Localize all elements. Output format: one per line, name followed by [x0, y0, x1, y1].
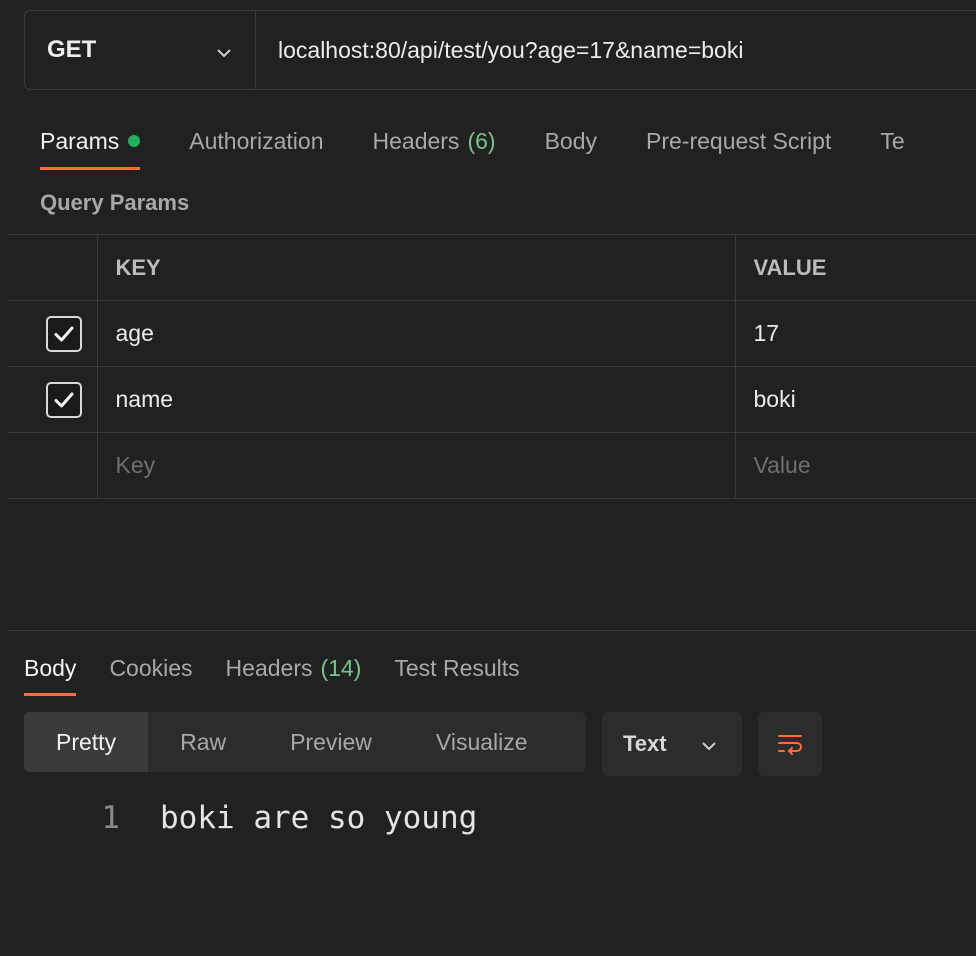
tab-headers[interactable]: Headers (6)	[373, 112, 496, 170]
tab-label: Params	[40, 127, 120, 154]
table-header-row: KEY VALUE	[8, 234, 976, 301]
url-input[interactable]: localhost:80/api/test/you?age=17&name=bo…	[256, 11, 976, 89]
request-tabs: Params Authorization Headers (6) Body Pr…	[40, 112, 954, 172]
view-pretty-button[interactable]: Pretty	[24, 712, 149, 772]
method-label: GET	[47, 36, 97, 63]
view-visualize-button[interactable]: Visualize	[404, 712, 560, 772]
response-tab-body[interactable]: Body	[24, 640, 77, 696]
headers-count: (6)	[467, 127, 496, 154]
param-key-cell[interactable]: age	[96, 300, 736, 367]
key-column-header: KEY	[96, 234, 736, 301]
param-value-cell[interactable]: 17	[734, 300, 976, 367]
params-active-dot	[128, 135, 141, 147]
query-params-table: KEY VALUE age 17 name boki Key Value	[8, 234, 976, 499]
new-value-input[interactable]: Value	[734, 432, 976, 499]
row-checkbox[interactable]	[46, 315, 83, 352]
checkbox-column-header	[8, 234, 98, 301]
row-checkbox-cell	[8, 300, 98, 367]
headers-count: (14)	[320, 654, 362, 681]
query-params-title: Query Params	[40, 190, 190, 215]
line-number: 1	[101, 800, 120, 836]
row-checkbox-cell	[8, 432, 98, 499]
param-key-cell[interactable]: name	[96, 366, 736, 433]
check-icon	[54, 326, 74, 341]
row-checkbox[interactable]	[46, 381, 83, 418]
tab-label: Cookies	[109, 654, 193, 681]
wrap-lines-button[interactable]	[758, 712, 822, 776]
tab-tests[interactable]: Te	[880, 112, 904, 170]
tab-label: Pre-request Script	[646, 127, 832, 154]
method-select[interactable]: GET	[25, 11, 256, 89]
row-checkbox-cell	[8, 366, 98, 433]
view-mode-group: Pretty Raw Preview Visualize	[24, 712, 586, 772]
pane-divider[interactable]	[8, 630, 976, 631]
tab-label: Test Results	[394, 654, 520, 681]
new-key-input[interactable]: Key	[96, 432, 736, 499]
response-line-text: boki are so young	[160, 800, 478, 836]
response-tab-test-results[interactable]: Test Results	[394, 640, 519, 696]
tab-label: Headers	[225, 654, 313, 681]
format-select[interactable]: Text	[602, 712, 742, 776]
table-row: name boki	[8, 366, 976, 433]
param-value-cell[interactable]: boki	[734, 366, 976, 433]
wrap-lines-icon	[778, 735, 802, 755]
response-body[interactable]: 1 boki are so young	[0, 800, 976, 836]
tab-label: Headers	[372, 127, 460, 154]
check-icon	[54, 392, 74, 407]
tab-pre-request-script[interactable]: Pre-request Script	[646, 112, 831, 170]
value-column-header: VALUE	[734, 234, 976, 301]
format-label: Text	[623, 731, 667, 756]
view-raw-button[interactable]: Raw	[148, 712, 258, 772]
chevron-down-icon	[215, 41, 233, 59]
table-row: age 17	[8, 300, 976, 367]
tab-body[interactable]: Body	[545, 112, 597, 170]
tab-label: Te	[880, 127, 905, 154]
response-tabs: Body Cookies Headers (14) Test Results	[24, 640, 553, 696]
response-tab-cookies[interactable]: Cookies	[109, 640, 192, 696]
request-bar: GET localhost:80/api/test/you?age=17&nam…	[24, 10, 976, 90]
view-preview-button[interactable]: Preview	[258, 712, 404, 772]
tab-params[interactable]: Params	[40, 112, 141, 170]
chevron-down-icon	[700, 735, 718, 753]
tab-label: Authorization	[189, 127, 324, 154]
table-row-new: Key Value	[8, 432, 976, 499]
tab-label: Body	[544, 127, 597, 154]
response-tab-headers[interactable]: Headers (14)	[226, 640, 362, 696]
tab-authorization[interactable]: Authorization	[189, 112, 323, 170]
tab-label: Body	[24, 654, 77, 681]
